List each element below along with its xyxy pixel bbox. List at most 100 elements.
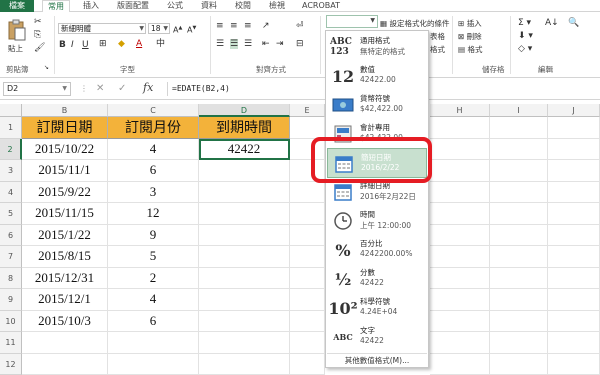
fill-icon[interactable]: ⬇ ▾ [518,31,533,41]
empty-cell[interactable] [290,289,325,311]
cut-icon[interactable]: ✂ [34,17,42,27]
empty-cell[interactable] [548,160,600,182]
data-cell[interactable] [199,311,290,333]
header-cell[interactable]: 到期時間 [199,117,290,139]
empty-cell[interactable] [430,182,490,204]
data-cell[interactable]: 2 [108,268,199,290]
row-header[interactable]: 6 [0,225,22,247]
empty-cell[interactable] [490,225,548,247]
empty-cell[interactable] [430,225,490,247]
empty-cell[interactable] [108,332,199,354]
number-format-item[interactable]: 12數值42422.00 [327,61,427,91]
copy-icon[interactable]: ⎘ [34,30,41,40]
empty-cell[interactable] [490,160,548,182]
border-icon[interactable]: ⊞ [99,39,107,49]
empty-cell[interactable] [490,203,548,225]
data-cell[interactable]: 2015/12/1 [22,289,108,311]
data-cell[interactable] [199,268,290,290]
currency-format-item[interactable]: 貨幣符號$42,422.00 [327,90,427,120]
increase-indent-icon[interactable]: ⇥ [276,39,284,49]
header-cell[interactable]: 訂閱日期 [22,117,108,139]
empty-cell[interactable] [548,268,600,290]
empty-cell[interactable] [430,332,490,354]
tab-page-layout[interactable]: 版面配置 [112,0,154,12]
row-header[interactable]: 3 [0,160,22,182]
row-header[interactable]: 7 [0,246,22,268]
data-cell[interactable]: 2015/8/15 [22,246,108,268]
empty-cell[interactable] [548,289,600,311]
data-cell[interactable]: 2015/10/22 [22,139,108,161]
align-top-icon[interactable]: ≡ [216,21,224,31]
tab-file[interactable]: 檔案 [0,0,34,12]
decrease-indent-icon[interactable]: ⇤ [262,39,270,49]
empty-cell[interactable] [199,332,290,354]
row-header[interactable]: 5 [0,203,22,225]
empty-cell[interactable] [548,139,600,161]
format-painter-icon[interactable]: 🖌 [34,43,45,53]
italic-icon[interactable]: I [71,40,74,50]
empty-cell[interactable] [548,225,600,247]
align-left-icon[interactable]: ☰ [216,39,224,49]
empty-cell[interactable] [108,354,199,375]
column-header-e[interactable]: E [290,104,325,117]
format-cells-button[interactable]: ▤ 格式 [458,44,482,55]
empty-cell[interactable] [548,246,600,268]
data-cell[interactable] [199,203,290,225]
row-header[interactable]: 4 [0,182,22,204]
row-header[interactable]: 9 [0,289,22,311]
empty-cell[interactable] [548,354,600,375]
data-cell[interactable] [199,182,290,204]
delete-cells-button[interactable]: ⊠ 刪除 [458,31,482,42]
empty-cell[interactable] [430,139,490,161]
row-header[interactable]: 8 [0,268,22,290]
empty-cell[interactable] [290,246,325,268]
name-box[interactable]: D2▼ [3,82,71,96]
row-header[interactable]: 1 [0,117,22,139]
empty-cell[interactable] [430,268,490,290]
data-cell[interactable]: 9 [108,225,199,247]
align-right-icon[interactable]: ☰ [244,39,252,49]
empty-cell[interactable] [548,117,600,139]
empty-cell[interactable] [490,139,548,161]
row-header[interactable]: 11 [0,332,22,354]
data-cell[interactable]: 6 [108,311,199,333]
time-format-item[interactable]: 時間上午 12:00:00 [327,206,427,236]
data-cell[interactable]: 12 [108,203,199,225]
orientation-icon[interactable]: ↗ [262,21,270,31]
phonetic-icon[interactable]: 中 [156,39,165,49]
empty-cell[interactable] [490,311,548,333]
insert-function-icon[interactable]: fx [143,81,153,94]
text-format-item[interactable]: ABC文字42422 [327,322,427,352]
empty-cell[interactable] [490,117,548,139]
data-cell[interactable]: 5 [108,246,199,268]
number-format-combo[interactable]: ▼ [326,15,378,28]
fill-color-icon[interactable]: ◆ [118,39,125,49]
column-header-b[interactable]: B [22,104,108,117]
row-header[interactable]: 10 [0,311,22,333]
empty-cell[interactable] [430,117,490,139]
paste-button[interactable] [4,16,30,44]
font-name-combo[interactable]: 新細明體▼ [58,23,146,34]
data-cell[interactable]: 2015/1/22 [22,225,108,247]
data-cell[interactable] [199,289,290,311]
empty-cell[interactable] [548,203,600,225]
empty-cell[interactable] [490,354,548,375]
empty-cell[interactable] [490,289,548,311]
row-header[interactable]: 12 [0,354,22,375]
grow-font-icon[interactable]: A▲ [173,23,182,36]
empty-cell[interactable] [290,268,325,290]
align-center-icon[interactable]: ☰ [230,39,238,49]
tab-data[interactable]: 資料 [196,0,222,12]
empty-cell[interactable] [290,182,325,204]
conditional-format-button[interactable]: ▦ 設定格式化的條件 [380,18,449,29]
shrink-font-icon[interactable]: A▼ [187,23,196,36]
row-header[interactable]: 2 [0,139,22,161]
data-cell[interactable]: 2015/11/1 [22,160,108,182]
align-bottom-icon[interactable]: ≡ [244,21,252,31]
column-header-j[interactable]: J [548,104,600,117]
autosum-icon[interactable]: Σ ▾ [518,18,531,28]
data-cell[interactable]: 2015/10/3 [22,311,108,333]
column-header-d[interactable]: D [199,104,290,117]
empty-cell[interactable] [548,332,600,354]
font-size-combo[interactable]: 18▼ [148,23,170,34]
